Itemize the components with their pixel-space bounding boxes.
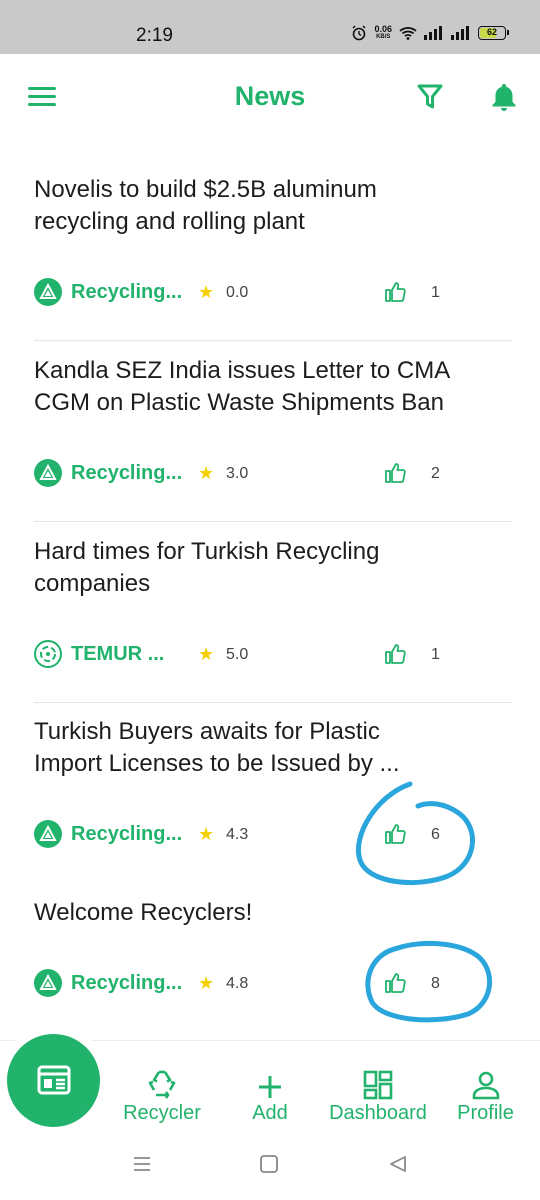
source-logo [34,969,62,997]
news-icon [37,1065,71,1095]
rating: 0.0 [226,284,249,301]
star-icon: ★ [198,824,215,844]
alarm-icon [352,25,366,41]
news-card[interactable]: Welcome Recyclers! [34,897,512,929]
star-icon: ★ [198,463,215,483]
star-icon: ★ [198,973,215,993]
nav-dashboard[interactable]: Dashboard [323,1066,433,1125]
nav-recycler[interactable]: Recycler [112,1066,212,1125]
net-speed-value: 0.06 [374,24,392,34]
nav-profile[interactable]: Profile [448,1066,523,1125]
bell-icon[interactable] [490,82,518,112]
news-title: CGM on Plastic Waste Shipments Ban [34,389,444,416]
nav-label: Recycler [123,1102,201,1124]
wifi-icon [399,27,417,40]
news-card[interactable]: Hard times for Turkish Recycling compani… [34,536,512,600]
thumbs-up-icon[interactable] [384,643,406,665]
source-name[interactable]: Recycling... [71,823,182,846]
source-logo [34,640,62,668]
source-name[interactable]: Recycling... [71,281,182,304]
thumbs-up-icon[interactable] [384,462,406,484]
source-name[interactable]: TEMUR ... [71,643,164,666]
news-title: companies [34,570,151,597]
source-logo [34,278,62,306]
divider [34,521,512,522]
news-title: recycling and rolling plant [34,208,305,235]
plus-icon [259,1076,281,1098]
filter-icon[interactable] [417,84,443,110]
status-icons: 0.06 KB/S 62 [351,25,509,41]
source-name[interactable]: Recycling... [71,972,182,995]
rating: 3.0 [226,465,249,482]
divider [34,340,512,341]
status-time: 2:19 [136,25,173,46]
nav-add[interactable]: Add [235,1066,305,1125]
signal-icon [451,26,469,40]
rating: 4.8 [226,975,249,992]
battery-percent: 62 [486,27,497,37]
page-title: News [234,81,306,111]
news-card[interactable]: Turkish Buyers awaits for Plastic Import… [34,716,512,780]
star-icon: ★ [198,644,215,664]
source-name[interactable]: Recycling... [71,462,182,485]
source-logo [34,459,62,487]
news-title: Welcome Recyclers! [34,899,253,926]
news-fab[interactable] [7,1034,100,1127]
annotation-circle [356,781,475,886]
news-meta: Recycling... ★ 0.0 1 [34,278,512,308]
recent-apps-icon[interactable] [132,1154,152,1174]
net-speed: 0.06 KB/S [374,25,392,41]
news-card[interactable]: Kandla SEZ India issues Letter to CMA CG… [34,355,512,419]
recycle-icon [148,1070,176,1099]
news-meta: Recycling... ★ 3.0 2 [34,459,512,489]
person-icon [472,1071,499,1100]
rating: 5.0 [226,646,249,663]
news-title: Kandla SEZ India issues Letter to CMA [34,357,451,384]
news-title: Turkish Buyers awaits for Plastic [34,718,380,745]
home-icon[interactable] [259,1154,279,1174]
news-title: Hard times for Turkish Recycling [34,538,380,565]
news-meta: TEMUR ... ★ 5.0 1 [34,640,512,670]
app-header: News [0,54,540,146]
nav-label: Add [252,1102,288,1124]
nav-label: Dashboard [329,1102,427,1124]
news-title: Novelis to build $2.5B aluminum [34,176,377,203]
rating: 4.3 [226,826,249,843]
signal-icon [424,26,442,40]
like-count: 1 [431,646,440,663]
like-count: 1 [431,284,440,301]
annotation-circle [365,940,492,1023]
net-speed-unit: KB/S [376,34,391,40]
news-card[interactable]: Novelis to build $2.5B aluminum recyclin… [34,174,512,238]
like-count: 2 [431,465,440,482]
system-nav-bar [0,1140,540,1200]
thumbs-up-icon[interactable] [384,281,406,303]
divider [34,702,512,703]
back-icon[interactable] [388,1154,408,1174]
nav-label: Profile [457,1102,514,1124]
dashboard-icon [363,1070,393,1100]
star-icon: ★ [198,282,215,302]
status-bar: 2:19 0.06 KB/S 62 [0,0,540,54]
source-logo [34,820,62,848]
battery-icon: 62 [478,26,509,40]
